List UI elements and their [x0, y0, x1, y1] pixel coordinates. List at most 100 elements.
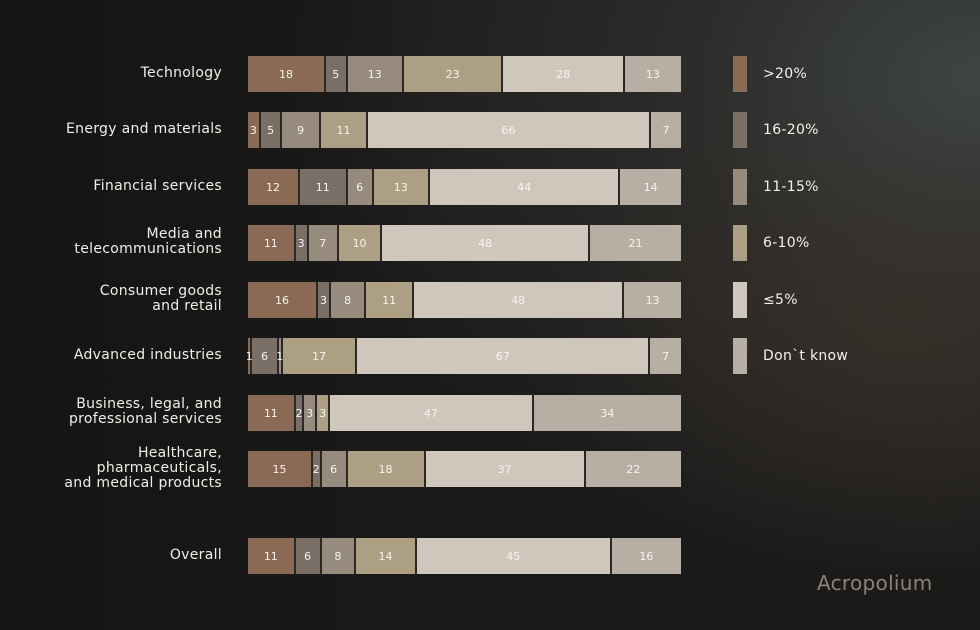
- bar-segment: 3: [304, 395, 318, 431]
- data-label: 11: [263, 236, 278, 250]
- data-label: 16: [639, 549, 654, 563]
- data-label: 11: [382, 293, 397, 307]
- data-label: 15: [272, 462, 287, 476]
- bar-segment: 16: [611, 538, 681, 574]
- data-label: 22: [626, 462, 641, 476]
- bar-segment: 22: [585, 451, 681, 487]
- data-label: 21: [628, 236, 643, 250]
- data-label: 10: [352, 236, 367, 250]
- legend-label: 11-15%: [763, 179, 819, 195]
- bar-segment: 5: [260, 112, 283, 148]
- data-label: 48: [478, 236, 493, 250]
- category-label: Financial services: [93, 177, 222, 194]
- data-label: 3: [319, 406, 327, 420]
- data-label: 47: [424, 406, 439, 420]
- legend-item: ≤5%: [733, 282, 798, 318]
- legend-swatch: [733, 338, 747, 374]
- bar-segment: 8: [331, 282, 367, 318]
- bar-segment: 44: [429, 169, 621, 205]
- bar-segment: 13: [347, 56, 404, 92]
- category-label: Technology: [140, 64, 222, 81]
- legend-swatch: [733, 282, 747, 318]
- data-label: 3: [320, 293, 328, 307]
- data-label: 8: [344, 293, 352, 307]
- bar-segment: 6: [295, 538, 322, 574]
- legend-item: 16-20%: [733, 112, 819, 148]
- bar-segment: 28: [503, 56, 625, 92]
- data-label: 2: [312, 462, 320, 476]
- legend-label: Don`t know: [763, 348, 849, 364]
- data-label: 18: [378, 462, 393, 476]
- bar-segment: 11: [366, 282, 415, 318]
- bar-segment: 48: [414, 282, 625, 318]
- bar-segment: 45: [416, 538, 612, 574]
- category-label: Media and telecommunications: [74, 226, 222, 257]
- bar-segment: 7: [650, 338, 681, 374]
- data-label: 2: [295, 406, 303, 420]
- data-label: 8: [334, 549, 342, 563]
- data-label: 3: [297, 236, 305, 250]
- bar-segment: 8: [321, 538, 357, 574]
- data-label: 3: [249, 123, 257, 137]
- bar-segment: 7: [308, 225, 339, 261]
- bar-segment: 18: [248, 56, 326, 92]
- data-label: 3: [306, 406, 314, 420]
- data-label: 13: [367, 67, 382, 81]
- bar-segment: 3: [295, 225, 309, 261]
- data-label: 11: [263, 549, 278, 563]
- data-label: 18: [278, 67, 293, 81]
- legend-item: 11-15%: [733, 169, 819, 205]
- bar-segment: 11: [299, 169, 348, 205]
- bar-segment: 23: [403, 56, 504, 92]
- data-label: 9: [297, 123, 305, 137]
- bar-segment: 6: [321, 451, 348, 487]
- category-label: Consumer goods and retail: [99, 283, 222, 314]
- data-label: 12: [265, 180, 280, 194]
- bar-segment: 13: [373, 169, 430, 205]
- legend-label: >20%: [763, 66, 808, 82]
- data-label: 11: [263, 406, 278, 420]
- bar-segment: 15: [248, 451, 313, 487]
- bar-segment: 11: [320, 112, 369, 148]
- bar-segment: 6: [347, 169, 374, 205]
- bar-segment: 17: [282, 338, 358, 374]
- bar-segment: 13: [624, 282, 681, 318]
- bar-segment: 67: [357, 338, 651, 374]
- data-label: 14: [378, 549, 393, 563]
- data-label: 13: [645, 293, 660, 307]
- bar-segment: 47: [330, 395, 534, 431]
- legend-swatch: [733, 56, 747, 92]
- bar-segment: 2: [313, 451, 322, 487]
- data-label: 66: [501, 123, 516, 137]
- data-label: 13: [393, 180, 408, 194]
- data-label: 48: [511, 293, 526, 307]
- bar-segment: 14: [620, 169, 681, 205]
- legend-label: ≤5%: [763, 292, 798, 308]
- legend-label: 6-10%: [763, 235, 810, 251]
- data-label: 44: [517, 180, 532, 194]
- category-label: Advanced industries: [73, 346, 222, 363]
- data-label: 6: [330, 462, 338, 476]
- data-label: 23: [445, 67, 460, 81]
- bar-segment: 12: [248, 169, 300, 205]
- data-label: 6: [356, 180, 364, 194]
- bar-segment: 3: [317, 395, 331, 431]
- data-label: 6: [304, 549, 312, 563]
- bar-segment: 10: [338, 225, 383, 261]
- legend-swatch: [733, 225, 747, 261]
- bar-segment: 3: [317, 282, 332, 318]
- data-label: 11: [315, 180, 330, 194]
- data-label: 37: [497, 462, 512, 476]
- bar-segment: 48: [382, 225, 591, 261]
- bar-segment: 3: [248, 112, 261, 148]
- bar-segment: 5: [325, 56, 348, 92]
- data-label: 45: [506, 549, 521, 563]
- bar-segment: 11: [248, 538, 296, 574]
- data-label: 5: [267, 123, 275, 137]
- data-label: 6: [260, 349, 268, 363]
- category-label: Overall: [169, 546, 222, 563]
- data-label: 11: [336, 123, 351, 137]
- data-label: 7: [319, 236, 327, 250]
- bar-segment: 11: [248, 225, 296, 261]
- data-label: 7: [662, 123, 670, 137]
